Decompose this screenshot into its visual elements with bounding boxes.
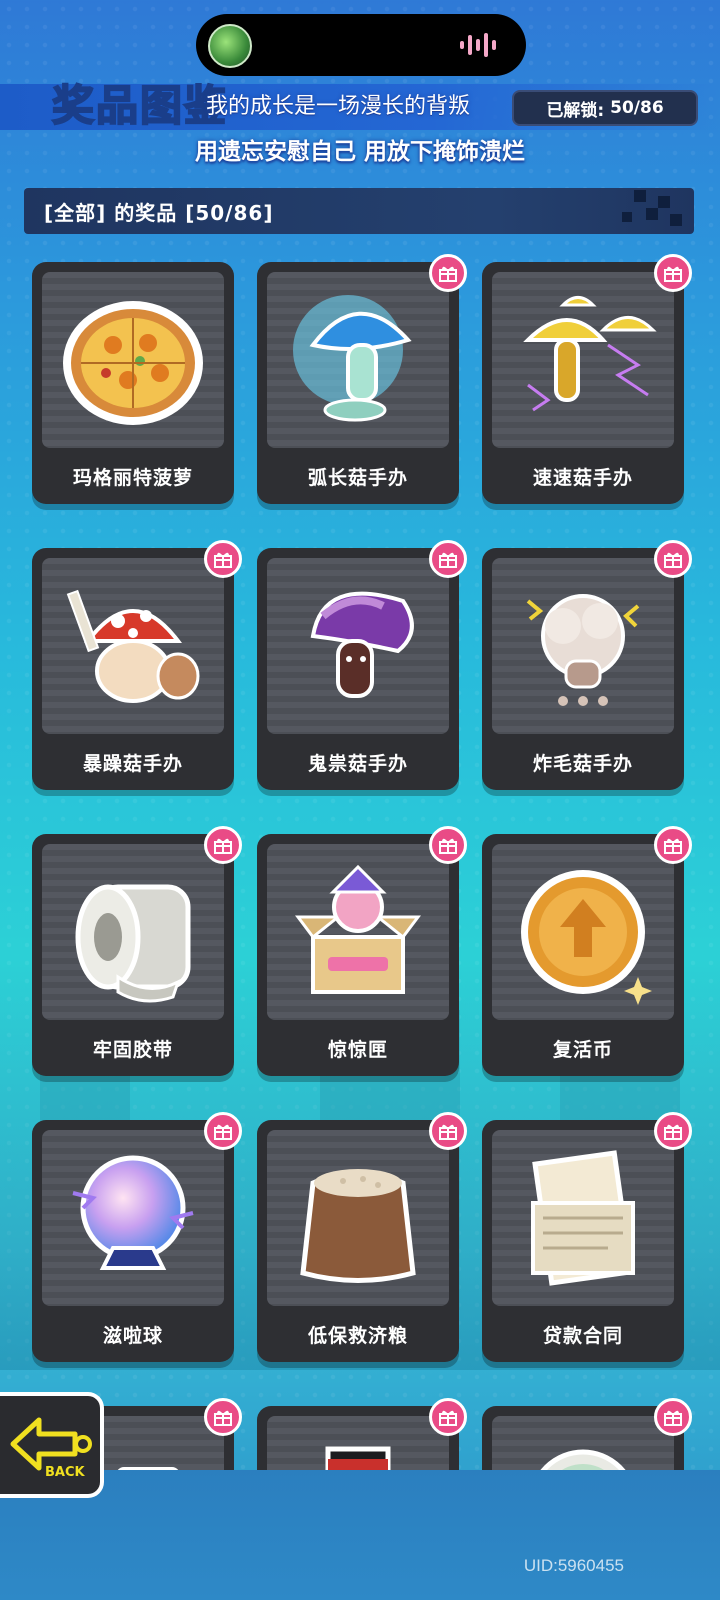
- pizza-icon: [63, 301, 203, 425]
- lyric-line-1: 我的成长是一场漫长的背叛: [206, 94, 471, 119]
- bottom-bar: [0, 1470, 720, 1600]
- unlock-counter: 已解锁: 50/86: [512, 90, 698, 126]
- prize-label: 滋啦球: [102, 1325, 163, 1347]
- album-cover: [208, 24, 252, 68]
- gift-badge-icon: [429, 826, 467, 864]
- back-button[interactable]: BACK: [0, 1392, 104, 1498]
- gift-badge-icon: [204, 540, 242, 578]
- prize-card[interactable]: 低保救济粮: [257, 1112, 467, 1362]
- prize-label: 暴躁菇手办: [82, 753, 183, 775]
- prize-grid: 玛格丽特菠萝 弧长菇手办 速速菇手办 暴躁菇手办 鬼祟菇手办 炸毛菇手办 牢固胶…: [32, 254, 692, 1600]
- section-header: [全部] 的奖品 [50/86]: [24, 188, 694, 234]
- audio-wave-icon: [460, 33, 496, 57]
- revive-coin-icon: [521, 870, 652, 1005]
- gift-badge-icon: [429, 1398, 467, 1436]
- prize-label: 惊惊匣: [327, 1039, 388, 1061]
- gift-badge-icon: [429, 540, 467, 578]
- gift-badge-icon: [204, 1398, 242, 1436]
- gift-badge-icon: [429, 1112, 467, 1150]
- prize-label: 弧长菇手办: [307, 467, 408, 489]
- lyric-line-2: 用遗忘安慰自己 用放下掩饰溃烂: [194, 139, 525, 165]
- back-arrow-icon: BACK: [10, 1417, 92, 1480]
- prize-image: [267, 1130, 449, 1306]
- prize-card[interactable]: 贷款合同: [482, 1112, 692, 1362]
- page-title: 奖品图鉴: [51, 80, 229, 131]
- surprise-box-icon: [295, 864, 421, 994]
- loan-contract-icon: [531, 1150, 635, 1286]
- prize-card[interactable]: 复活币: [482, 826, 692, 1076]
- crystal-ball-icon: [72, 1155, 194, 1270]
- prize-label: 炸毛菇手办: [532, 753, 633, 775]
- prize-label: 低保救济粮: [307, 1325, 408, 1347]
- mushroom-figure-yellow-icon: [523, 296, 657, 412]
- unlock-count: 50/86: [610, 98, 664, 118]
- prize-card[interactable]: 速速菇手办: [482, 254, 692, 504]
- mushroom-figure-red-icon: [66, 589, 200, 703]
- prize-image: [492, 844, 674, 1020]
- prize-label: 复活币: [552, 1039, 613, 1061]
- prize-image: [267, 844, 449, 1020]
- prize-image: [267, 272, 449, 448]
- prize-card[interactable]: 鬼祟菇手办: [257, 540, 467, 790]
- user-id: UID:5960455: [523, 1556, 624, 1575]
- prize-card[interactable]: 弧长菇手办: [257, 254, 467, 504]
- prize-label: 玛格丽特菠萝: [72, 467, 193, 489]
- prize-label: 牢固胶带: [92, 1039, 173, 1061]
- prize-label: 速速菇手办: [532, 467, 633, 489]
- pixel-decoration-icon: [622, 190, 682, 226]
- prize-label: 贷款合同: [542, 1325, 623, 1347]
- prize-card[interactable]: 暴躁菇手办: [32, 540, 242, 790]
- prize-image: [42, 1130, 224, 1306]
- prize-card[interactable]: 牢固胶带: [32, 826, 242, 1076]
- gift-badge-icon: [204, 826, 242, 864]
- now-playing-island[interactable]: [196, 14, 526, 76]
- gift-badge-icon: [204, 1112, 242, 1150]
- grain-sack-icon: [300, 1169, 416, 1283]
- mushroom-figure-fluffy-icon: [526, 594, 640, 706]
- section-title: [全部] 的奖品 [50/86]: [44, 200, 274, 225]
- unlock-label: 已解锁:: [546, 100, 605, 121]
- gift-badge-icon: [654, 1398, 692, 1436]
- prize-card[interactable]: 滋啦球: [32, 1112, 242, 1362]
- prize-image: [42, 558, 224, 734]
- prize-image: [42, 272, 224, 448]
- prize-card[interactable]: 玛格丽特菠萝: [32, 262, 234, 504]
- gift-badge-icon: [654, 1112, 692, 1150]
- prize-card[interactable]: 惊惊匣: [257, 826, 467, 1076]
- prize-card[interactable]: 炸毛菇手办: [482, 540, 692, 790]
- prize-image: [267, 558, 449, 734]
- prize-label: 鬼祟菇手办: [307, 753, 408, 775]
- gift-badge-icon: [654, 254, 692, 292]
- prize-image: [492, 1130, 674, 1306]
- prize-image: [492, 558, 674, 734]
- gift-badge-icon: [429, 254, 467, 292]
- prize-image: [42, 844, 224, 1020]
- gift-badge-icon: [654, 826, 692, 864]
- prize-image: [492, 272, 674, 448]
- tape-roll-icon: [75, 884, 191, 1003]
- gift-badge-icon: [654, 540, 692, 578]
- back-label: BACK: [45, 1465, 86, 1480]
- mushroom-figure-blue-icon: [293, 295, 412, 422]
- mushroom-figure-purple-icon: [310, 591, 414, 698]
